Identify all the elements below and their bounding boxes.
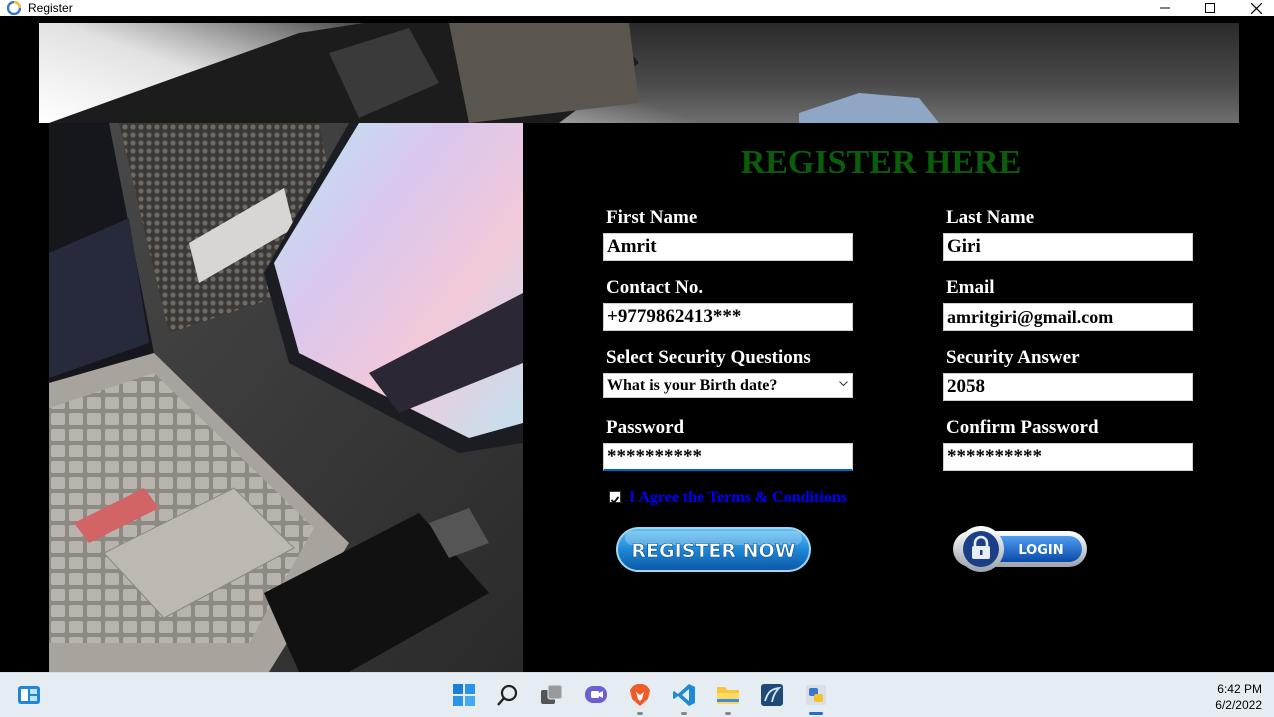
search-icon[interactable]	[494, 681, 522, 709]
agree-terms-label[interactable]: I Agree the Terms & Conditions	[629, 488, 847, 508]
clock-time: 6:42 PM	[1217, 682, 1262, 696]
python-icon[interactable]	[802, 681, 830, 709]
password-label: Password	[606, 417, 685, 438]
close-button[interactable]	[1233, 0, 1274, 16]
last-name-label: Last Name	[946, 207, 1035, 228]
clock-date: 6/2/2022	[1215, 698, 1262, 712]
minimize-icon	[1160, 7, 1170, 9]
security-answer-input[interactable]: 2058	[943, 373, 1193, 401]
security-question-label: Select Security Questions	[606, 347, 811, 368]
register-now-label: REGISTER NOW	[631, 540, 795, 562]
email-label: Email	[946, 277, 995, 298]
background-image	[39, 23, 1239, 123]
security-question-value: What is your Birth date?	[607, 377, 778, 394]
taskbar: 6:42 PM 6/2/2022	[0, 672, 1274, 717]
login-button[interactable]: LOGIN	[949, 525, 1089, 573]
maximize-icon	[1205, 3, 1215, 13]
chat-icon[interactable]	[582, 681, 610, 709]
email-input[interactable]: amritgiri@gmail.com	[943, 303, 1193, 331]
brave-browser-icon[interactable]	[626, 681, 654, 709]
checkmark-icon	[610, 496, 620, 504]
vscode-icon[interactable]	[670, 681, 698, 709]
title-bar: Register	[0, 0, 1274, 16]
window-content: REGISTER HERE	[0, 16, 1274, 672]
password-input[interactable]: **********	[603, 443, 853, 471]
register-heading: REGISTER HERE	[740, 144, 1022, 181]
security-question-select[interactable]: What is your Birth date?	[603, 373, 853, 398]
widgets-icon[interactable]	[15, 681, 43, 709]
close-icon	[1250, 2, 1262, 14]
register-now-button[interactable]: REGISTER NOW	[615, 526, 812, 573]
file-explorer-icon[interactable]	[714, 681, 742, 709]
agree-checkbox[interactable]	[609, 491, 621, 504]
start-icon[interactable]	[450, 681, 478, 709]
mysql-workbench-icon[interactable]	[758, 681, 786, 709]
laptop-promo-image	[49, 123, 523, 672]
last-name-input[interactable]: Giri	[943, 233, 1193, 261]
chevron-down-icon	[839, 381, 848, 387]
window-title: Register	[28, 1, 73, 15]
first-name-input[interactable]: Amrit	[603, 233, 853, 261]
minimize-button[interactable]	[1142, 0, 1188, 16]
confirm-password-label: Confirm Password	[946, 417, 1099, 438]
clock[interactable]: 6:42 PM 6/2/2022	[1215, 681, 1262, 713]
python-app-icon	[7, 1, 21, 15]
contact-input[interactable]: +9779862413***	[603, 303, 853, 331]
first-name-label: First Name	[606, 207, 698, 228]
security-answer-label: Security Answer	[946, 347, 1080, 368]
maximize-button[interactable]	[1187, 0, 1233, 16]
contact-label: Contact No.	[606, 277, 704, 298]
login-label: LOGIN	[1018, 543, 1063, 558]
task-view-icon[interactable]	[538, 681, 566, 709]
confirm-password-input[interactable]: **********	[943, 443, 1193, 471]
